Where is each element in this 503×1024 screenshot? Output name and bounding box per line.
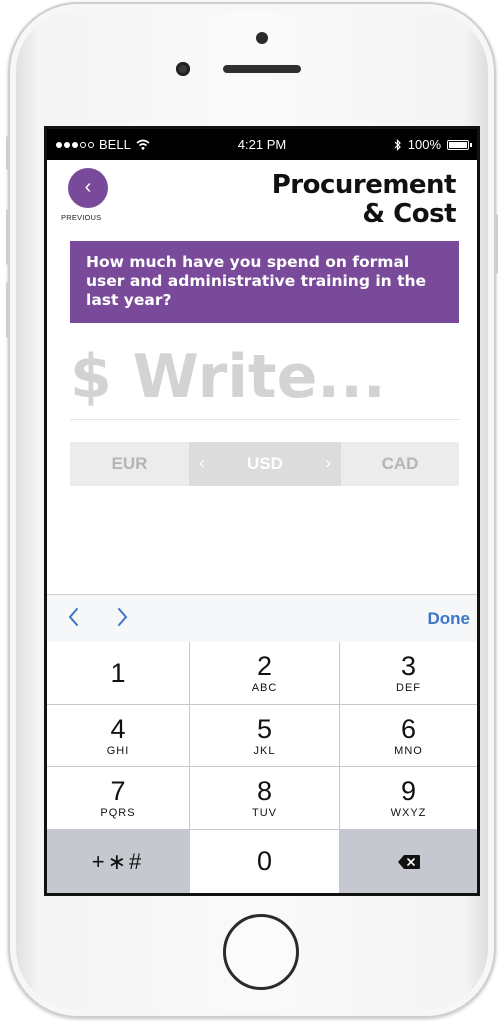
key-9[interactable]: 9 WXYZ [340, 767, 477, 829]
bluetooth-icon [394, 138, 401, 151]
key-4[interactable]: 4 GHI [47, 705, 189, 766]
key-letters: TUV [252, 807, 277, 819]
currency-option-eur[interactable]: EUR [70, 442, 189, 486]
power-button [494, 214, 498, 274]
phone-frame: BELL 4:21 PM 100% ‹ PREVIOUS Procurement… [6, 2, 498, 1018]
currency-label-eur: EUR [111, 454, 148, 473]
key-digit: 8 [256, 776, 273, 806]
sensor-icon [256, 32, 268, 44]
previous-field-button[interactable] [63, 605, 85, 629]
key-letters: WXYZ [390, 807, 427, 819]
done-button[interactable]: Done [428, 609, 471, 629]
next-field-button[interactable] [111, 605, 133, 629]
key-digit: 2 [256, 651, 273, 681]
screen-bezel: BELL 4:21 PM 100% ‹ PREVIOUS Procurement… [44, 126, 480, 896]
symbols-label: +∗# [91, 848, 145, 874]
key-letters: MNO [394, 744, 423, 757]
key-digit: 7 [110, 776, 126, 806]
key-digit: 9 [400, 776, 417, 806]
backspace-key[interactable] [340, 830, 477, 893]
key-symbols[interactable]: +∗# [47, 830, 189, 893]
title-line-1: Procurement [271, 170, 457, 200]
key-5[interactable]: 5 JKL [190, 705, 339, 766]
currency-option-usd[interactable]: ‹ USD › [189, 442, 341, 486]
key-1[interactable]: 1 [47, 642, 189, 704]
mute-switch [6, 136, 10, 170]
status-bar: BELL 4:21 PM 100% [47, 129, 477, 160]
key-3[interactable]: 3 DEF [340, 642, 477, 704]
key-0[interactable]: 0 [190, 830, 339, 893]
key-7[interactable]: 7 PQRS [47, 767, 189, 829]
key-digit: 4 [110, 713, 126, 744]
status-right: 100% [394, 137, 472, 152]
page-title: Procurement & Cost [196, 170, 457, 229]
currency-option-cad[interactable]: CAD [341, 442, 459, 486]
key-digit: 6 [400, 713, 417, 744]
previous-label: PREVIOUS [61, 213, 102, 222]
previous-button[interactable]: ‹ [68, 168, 108, 208]
chevron-left-icon[interactable]: ‹ [199, 453, 205, 473]
battery-percent: 100% [407, 137, 441, 152]
question-text: How much have you spend on formal user a… [86, 253, 427, 309]
key-letters: DEF [396, 682, 421, 694]
key-digit: 0 [256, 846, 273, 876]
key-letters: PQRS [100, 807, 136, 819]
title-line-2: & Cost [362, 199, 456, 229]
backspace-icon [397, 854, 420, 869]
key-8[interactable]: 8 TUV [190, 767, 339, 829]
battery-icon [447, 139, 472, 150]
keyboard-toolbar: Done [47, 594, 477, 642]
chevron-left-icon: ‹ [84, 176, 92, 198]
question-box: How much have you spend on formal user a… [70, 241, 459, 323]
amount-input[interactable] [70, 335, 459, 420]
speaker-grille [223, 65, 301, 73]
currency-label-usd: USD [247, 454, 283, 473]
key-letters: JKL [253, 744, 276, 757]
key-digit: 5 [256, 713, 273, 744]
front-camera-icon [176, 62, 190, 76]
volume-up-button [6, 209, 10, 265]
key-6[interactable]: 6 MNO [340, 705, 477, 766]
home-button[interactable] [223, 914, 299, 990]
app-display: BELL 4:21 PM 100% ‹ PREVIOUS Procurement… [47, 129, 477, 893]
key-letters: ABC [251, 682, 278, 694]
currency-selector[interactable]: EUR ‹ USD › CAD [70, 442, 459, 486]
key-2[interactable]: 2 ABC [190, 642, 339, 704]
volume-down-button [6, 282, 10, 338]
currency-label-cad: CAD [381, 454, 419, 473]
key-digit: 1 [110, 657, 126, 688]
numeric-keypad: 1 2 ABC 3 DEF 4 GHI 5 JKL 6 MNO 7 PQRS 8… [47, 642, 477, 893]
key-letters: GHI [106, 744, 130, 757]
key-digit: 3 [400, 651, 417, 681]
chevron-right-icon[interactable]: › [325, 453, 331, 473]
